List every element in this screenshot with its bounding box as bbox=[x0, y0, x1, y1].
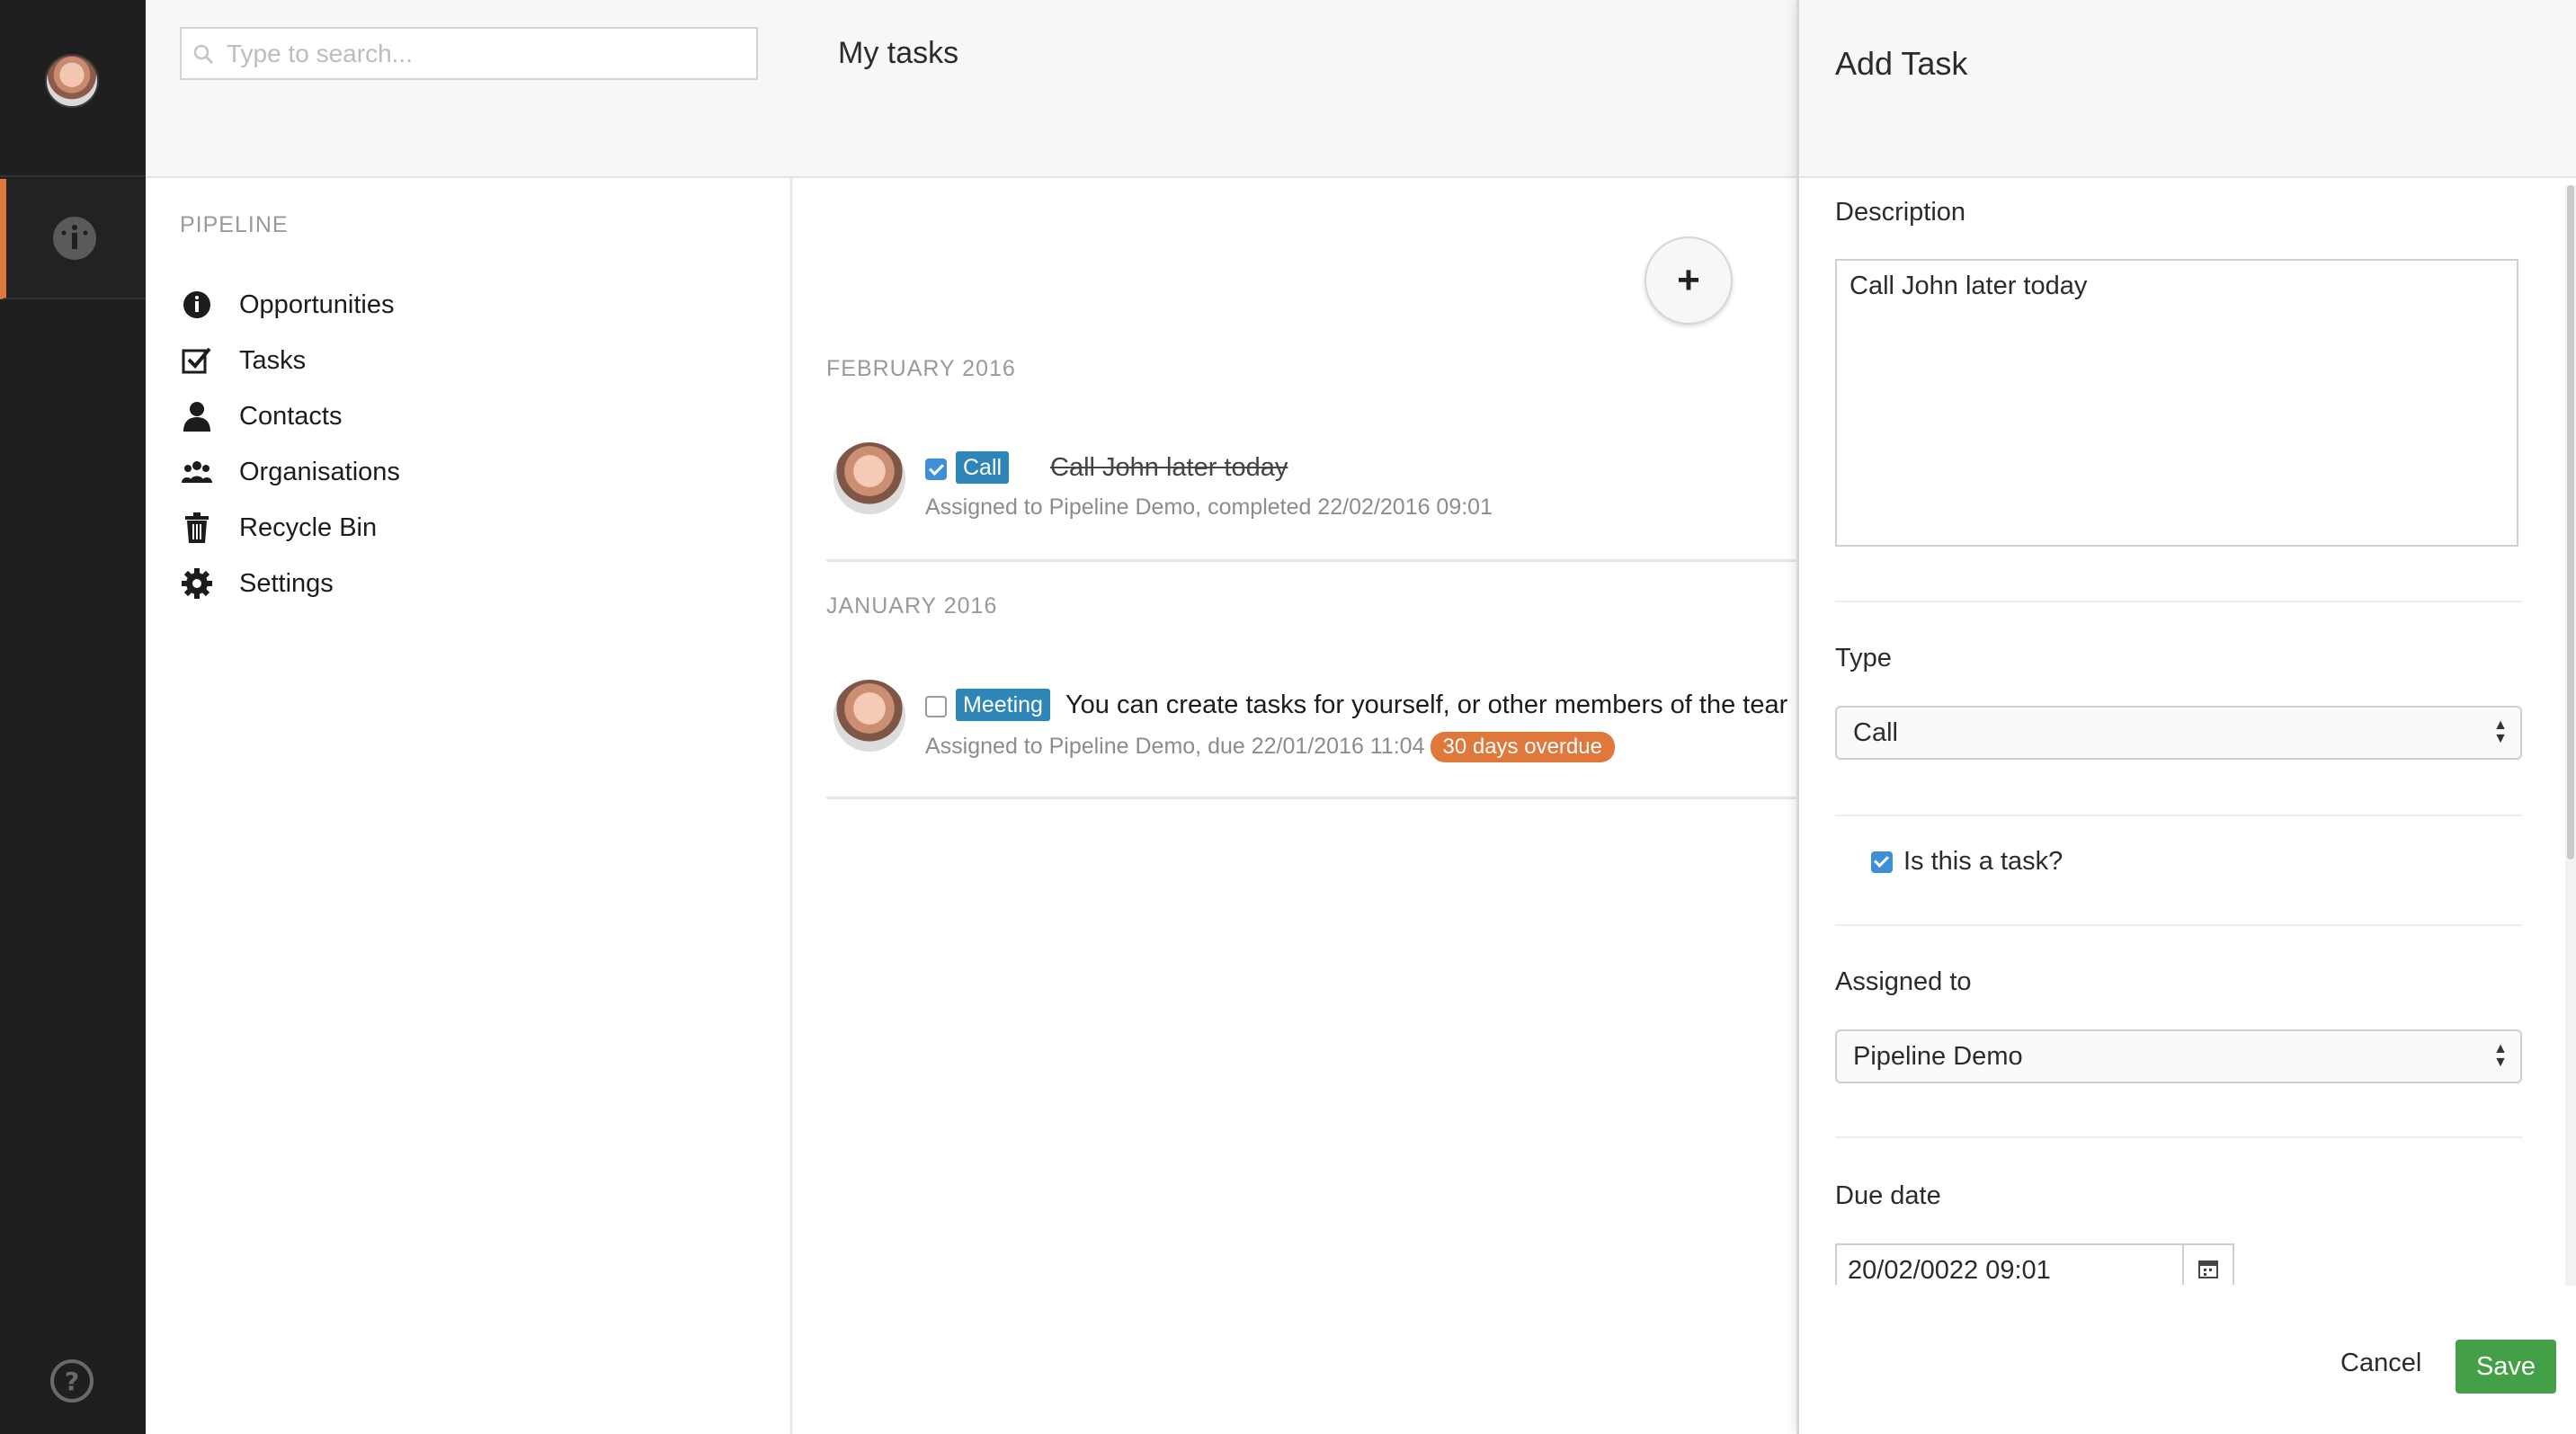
calendar-icon[interactable] bbox=[2182, 1245, 2233, 1285]
panel-scrollbar[interactable] bbox=[2565, 185, 2576, 1286]
assigned-select[interactable]: Pipeline Demo ▲ ▼ bbox=[1835, 1029, 2522, 1083]
nav-dashboard[interactable] bbox=[0, 179, 146, 299]
sidebar-item-recycle-bin[interactable]: Recycle Bin bbox=[180, 500, 719, 556]
task-description[interactable]: You can create tasks for yourself, or ot… bbox=[1065, 690, 1787, 720]
task-type-badge: Call bbox=[956, 451, 1010, 484]
sidebar-item-organisations[interactable]: Organisations bbox=[180, 444, 719, 500]
task-type-badge: Meeting bbox=[956, 689, 1050, 721]
save-button[interactable]: Save bbox=[2456, 1340, 2556, 1394]
task-meta-text: Assigned to Pipeline Demo, due 22/01/201… bbox=[925, 734, 1425, 759]
group-icon bbox=[180, 455, 214, 489]
select-arrows-icon: ▲ ▼ bbox=[2493, 1041, 2508, 1070]
month-heading: JANUARY 2016 bbox=[826, 593, 998, 619]
sidebar-item-label: Tasks bbox=[239, 345, 307, 375]
sidebar-item-opportunities[interactable]: Opportunities bbox=[180, 277, 719, 333]
cancel-button[interactable]: Cancel bbox=[2340, 1349, 2421, 1378]
add-task-button[interactable]: + bbox=[1645, 236, 1733, 325]
description-textarea[interactable]: Call John later today bbox=[1835, 259, 2518, 547]
page-title: My tasks bbox=[838, 36, 959, 70]
due-date-label: Due date bbox=[1835, 1181, 1941, 1210]
divider bbox=[1835, 1136, 2522, 1138]
sidebar-item-label: Contacts bbox=[239, 401, 343, 431]
task-checkbox[interactable] bbox=[925, 459, 947, 480]
task-avatar bbox=[833, 442, 905, 514]
sidebar-menu: Opportunities Tasks Contacts Organisatio… bbox=[180, 277, 719, 611]
description-label: Description bbox=[1835, 198, 1966, 227]
search-box[interactable] bbox=[180, 27, 758, 80]
task-description[interactable]: Call John later today bbox=[1050, 453, 1288, 483]
main-content: My tasks + FEBRUARY 2016 Call Call John … bbox=[792, 0, 1796, 1434]
main-header: My tasks bbox=[792, 0, 1796, 178]
task-item: Meeting You can create tasks for yoursel… bbox=[826, 671, 1796, 788]
sidebar-item-label: Recycle Bin bbox=[239, 512, 378, 542]
is-task-row[interactable]: Is this a task? bbox=[1871, 847, 2063, 877]
type-select-value: Call bbox=[1853, 718, 1898, 747]
section-title: PIPELINE bbox=[180, 212, 289, 237]
divider bbox=[826, 797, 1796, 799]
type-label: Type bbox=[1835, 644, 1892, 672]
is-task-checkbox[interactable] bbox=[1871, 851, 1893, 873]
sidebar-item-settings[interactable]: Settings bbox=[180, 556, 719, 611]
task-meta: Assigned to Pipeline Demo, completed 22/… bbox=[925, 494, 1493, 520]
overdue-badge: 30 days overdue bbox=[1430, 732, 1615, 762]
person-icon bbox=[180, 399, 214, 433]
select-arrows-icon: ▲ ▼ bbox=[2493, 717, 2508, 746]
task-meta: Assigned to Pipeline Demo, due 22/01/201… bbox=[925, 732, 1615, 762]
sidebar: PIPELINE Opportunities Tasks Contacts Or… bbox=[146, 0, 792, 1434]
type-select[interactable]: Call ▲ ▼ bbox=[1835, 706, 2522, 760]
panel-title: Add Task bbox=[1835, 45, 1968, 82]
user-area bbox=[0, 0, 146, 177]
gauge-icon bbox=[180, 288, 214, 322]
sidebar-item-contacts[interactable]: Contacts bbox=[180, 388, 719, 444]
month-heading: FEBRUARY 2016 bbox=[826, 356, 1016, 381]
sidebar-item-label: Opportunities bbox=[239, 289, 395, 319]
app-rail: ? bbox=[0, 0, 146, 1434]
task-item: Call Call John later today Assigned to P… bbox=[826, 433, 1796, 550]
divider bbox=[1835, 924, 2522, 926]
search-input[interactable] bbox=[227, 34, 748, 74]
due-date-input[interactable]: 20/02/0022 09:01 bbox=[1848, 1256, 2051, 1285]
divider bbox=[826, 559, 1796, 562]
is-task-label: Is this a task? bbox=[1903, 847, 2063, 876]
divider bbox=[1835, 601, 2522, 602]
assigned-label: Assigned to bbox=[1835, 967, 1972, 996]
task-avatar bbox=[833, 680, 905, 752]
sidebar-header bbox=[146, 0, 792, 178]
search-icon bbox=[193, 44, 214, 65]
due-date-field[interactable]: 20/02/0022 09:01 bbox=[1835, 1243, 2234, 1285]
sidebar-item-label: Settings bbox=[239, 568, 334, 598]
sidebar-item-label: Organisations bbox=[239, 457, 400, 486]
assigned-select-value: Pipeline Demo bbox=[1853, 1042, 2023, 1071]
gear-icon bbox=[180, 566, 214, 601]
question-circle-icon[interactable]: ? bbox=[49, 1358, 95, 1404]
panel-header: Add Task bbox=[1799, 0, 2576, 178]
dashboard-gauge-icon bbox=[53, 217, 96, 260]
trash-icon bbox=[180, 511, 214, 545]
checkbox-icon bbox=[180, 343, 214, 378]
sidebar-item-tasks[interactable]: Tasks bbox=[180, 333, 719, 388]
scrollbar-thumb[interactable] bbox=[2567, 185, 2574, 860]
add-task-panel: Add Task Description Call John later tod… bbox=[1796, 0, 2576, 1434]
divider bbox=[1835, 815, 2522, 816]
task-checkbox[interactable] bbox=[925, 696, 947, 717]
user-avatar[interactable] bbox=[45, 54, 99, 108]
svg-text:?: ? bbox=[65, 1367, 79, 1396]
